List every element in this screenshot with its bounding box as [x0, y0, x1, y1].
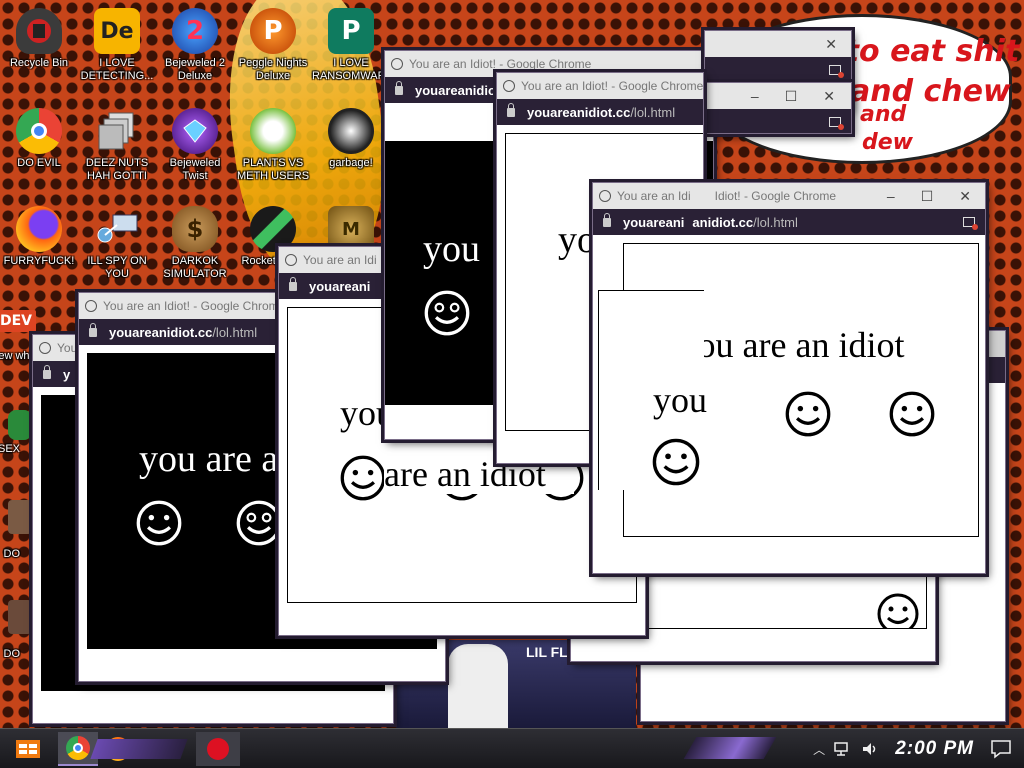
lock-icon	[289, 276, 297, 291]
extension-icon[interactable]	[963, 217, 978, 230]
desktop-icon-deez-nuts[interactable]: DEEZ NUTS HAH GOTTI	[78, 108, 156, 183]
dev-icon: DEV	[0, 310, 36, 332]
page-favicon	[85, 300, 97, 312]
close-icon[interactable]: ✕	[823, 88, 835, 105]
address-host: youareanidiot.cc	[109, 324, 213, 340]
lock-icon	[395, 80, 403, 95]
notifications-icon[interactable]	[990, 739, 1012, 759]
de-app-icon: De	[94, 8, 140, 54]
smiley-icon	[236, 500, 282, 546]
desktop: time to eat shit and chew and dew Recycl…	[0, 0, 1024, 768]
taskbar-chrome[interactable]	[58, 731, 98, 766]
publisher-icon: P	[328, 8, 374, 54]
popup-window[interactable]: – ☐ ✕	[704, 82, 852, 134]
desktop-icon-do-1[interactable]: DO	[0, 500, 34, 561]
taskbar: ︿ 2:00 PM	[0, 728, 1024, 768]
desktop-icon-bejeweled-twist[interactable]: Bejeweled Twist	[156, 108, 234, 183]
window-title: You are an Idiot! - Google Chrome	[103, 299, 286, 313]
green-app-icon	[8, 410, 32, 440]
lock-icon	[507, 102, 515, 117]
minimize-icon[interactable]: –	[887, 188, 895, 205]
firefox-icon	[16, 206, 62, 252]
page-favicon	[503, 80, 515, 92]
lock-icon	[43, 364, 51, 379]
close-icon[interactable]: ✕	[959, 188, 971, 205]
taskbar-red-app[interactable]	[196, 731, 240, 766]
taskbar-decoration	[90, 738, 188, 759]
address-host: youareanidiot.cc	[527, 104, 631, 120]
person-photo-icon	[8, 500, 32, 534]
address-host-tail: anidiot.cc	[692, 214, 754, 230]
speech-line-3: and	[860, 102, 907, 127]
desktop-icon-darkok[interactable]: $ DARKOK SIMULATOR	[156, 206, 234, 281]
desktop-icon-sex[interactable]: SEX	[0, 410, 34, 456]
window-title: You are an Idiot! - Google Chrome	[409, 57, 592, 71]
smiley-icon	[877, 593, 919, 628]
bejeweled-twist-icon	[172, 108, 218, 154]
address-path: /lol.html	[630, 104, 676, 120]
start-button[interactable]	[8, 732, 48, 766]
maximize-icon[interactable]: ☐	[921, 188, 934, 205]
close-icon[interactable]: ✕	[825, 36, 845, 53]
idiot-text-fragment-box: you	[598, 290, 707, 490]
desktop-icon-do-evil[interactable]: DO EVIL	[0, 108, 78, 170]
peggle-icon: P	[250, 8, 296, 54]
person-photo-icon	[8, 600, 32, 634]
taskbar-decoration	[683, 737, 777, 759]
smiley-icon	[889, 391, 935, 437]
recycle-bin-icon	[16, 8, 62, 54]
extension-icon[interactable]	[829, 117, 844, 130]
network-icon[interactable]	[833, 741, 851, 757]
speech-line-4: dew	[862, 130, 913, 155]
lock-icon	[603, 212, 611, 227]
minimize-icon[interactable]: –	[751, 88, 759, 104]
red-app-icon	[207, 737, 229, 760]
bejeweled-icon: 2	[172, 8, 218, 54]
page-favicon	[599, 190, 611, 202]
network-spy-icon	[94, 206, 140, 252]
address-host: y	[63, 366, 71, 382]
volume-icon[interactable]	[861, 741, 879, 757]
page-favicon	[39, 342, 51, 354]
idiot-message-fragment: you	[653, 380, 707, 420]
desktop-icon-garbage[interactable]: garbage!	[312, 108, 390, 170]
chevron-up-icon[interactable]: ︿	[813, 741, 825, 758]
desktop-icon-do-2[interactable]: DO	[0, 600, 34, 661]
desktop-icon-furryfuck[interactable]: FURRYFUCK!	[0, 206, 78, 268]
chrome-icon	[16, 108, 62, 154]
desktop-icon-de[interactable]: De I LOVE DETECTING...	[78, 8, 156, 83]
extension-icon[interactable]	[829, 65, 844, 78]
page-favicon	[391, 58, 403, 70]
address-host: youareani	[623, 214, 685, 230]
window-title: You are an Idi	[617, 189, 691, 203]
smiley-icon	[136, 500, 182, 546]
desktop-icon-ransomware[interactable]: P I LOVE RANSOMWARE	[312, 8, 393, 83]
address-host: youareani	[309, 278, 371, 294]
start-button-icon	[16, 739, 40, 758]
window-title: You are an Idi	[303, 253, 377, 267]
plants-vs-zombies-icon	[250, 108, 296, 154]
chrome-icon	[66, 735, 90, 760]
lock-icon	[89, 322, 97, 337]
page-favicon	[285, 254, 297, 266]
window-title-tail: Idiot! - Google Chrome	[714, 189, 837, 203]
windows-stack-icon	[94, 108, 140, 154]
smiley-icon	[340, 455, 386, 501]
window-title: You are an Idiot! - Google Chrome	[521, 79, 703, 93]
desktop-icon-plants-vs-meth[interactable]: PLANTS VS METH USERS	[234, 108, 312, 183]
garbage-game-icon	[328, 108, 374, 154]
smiley-icon	[424, 290, 470, 336]
taskbar-clock[interactable]: 2:00 PM	[879, 738, 990, 760]
money-bag-icon: $	[172, 206, 218, 252]
desktop-icon-recycle-bin[interactable]: Recycle Bin	[0, 8, 78, 70]
system-tray: ︿ 2:00 PM	[813, 729, 1024, 768]
address-path: /lol.html	[753, 214, 798, 230]
smiley-icon	[652, 438, 700, 486]
address-path: /lol.html	[212, 324, 258, 340]
maximize-icon[interactable]: ☐	[785, 88, 798, 105]
smiley-icon	[785, 391, 831, 437]
desktop-icon-bejeweled-2[interactable]: 2 Bejeweled 2 Deluxe	[156, 8, 234, 83]
desktop-icon-peggle[interactable]: P Peggle Nights Deluxe	[234, 8, 312, 83]
desktop-icon-spy[interactable]: ILL SPY ON YOU	[78, 206, 156, 281]
